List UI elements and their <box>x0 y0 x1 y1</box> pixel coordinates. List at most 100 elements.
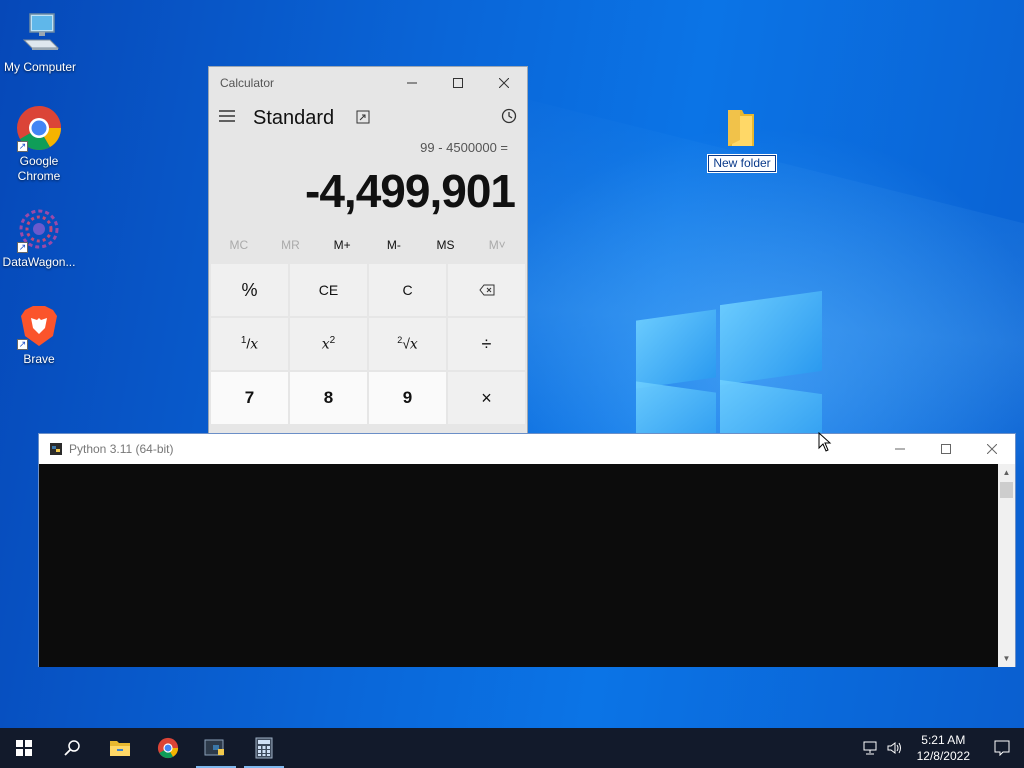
clock-date: 12/8/2022 <box>916 749 970 763</box>
reciprocal-numerator: 1 <box>240 335 247 347</box>
calculator-window: Calculator Standard 99 - 4500000 = -4,49… <box>208 66 528 446</box>
memory-clear-button: MC <box>229 238 249 252</box>
maximize-button[interactable] <box>923 434 969 464</box>
calculator-header: Standard <box>209 99 527 137</box>
calculator-icon <box>255 737 273 759</box>
maximize-button[interactable] <box>435 67 481 99</box>
square-exponent: 2 <box>329 335 336 347</box>
desktop-icon-label: Brave <box>23 352 55 366</box>
hamburger-menu-icon <box>219 110 235 122</box>
taskbar-calculator[interactable] <box>240 728 288 768</box>
scroll-up-icon[interactable]: ▲ <box>998 464 1015 481</box>
digit-7-button[interactable]: 7 <box>211 372 288 424</box>
digit-9-button[interactable]: 9 <box>369 372 446 424</box>
desktop-icon-brave[interactable]: ↗ Brave <box>0 302 79 367</box>
reciprocal-button[interactable]: 1/x <box>211 318 288 370</box>
desktop-icon-datawagon[interactable]: ↗ DataWagon... <box>0 205 79 270</box>
datawagon-icon: ↗ <box>15 205 63 253</box>
square-variable: x <box>321 336 330 353</box>
taskbar-file-explorer[interactable] <box>96 728 144 768</box>
taskbar-python[interactable] <box>192 728 240 768</box>
network-icon[interactable] <box>859 741 883 755</box>
memory-recall-button: MR <box>281 238 300 252</box>
desktop-icon-label: DataWagon... <box>2 255 76 269</box>
digit-8-button[interactable]: 8 <box>290 372 367 424</box>
close-button[interactable] <box>481 67 527 99</box>
chrome-icon: ↗ <box>15 104 63 152</box>
desktop-icon-my-computer[interactable]: My Computer <box>0 10 80 75</box>
multiply-button[interactable]: × <box>448 372 525 424</box>
history-button[interactable] <box>501 108 517 129</box>
scrollbar-thumb[interactable] <box>1000 482 1013 498</box>
calculator-mode-title: Standard <box>253 106 335 129</box>
memory-subtract-button[interactable]: M- <box>368 238 420 252</box>
calculator-keypad: % CE C 1/x x2 2√x ÷ 7 8 9 × <box>209 262 527 426</box>
shortcut-arrow-icon: ↗ <box>17 339 28 350</box>
taskbar-chrome[interactable] <box>144 728 192 768</box>
computer-icon <box>16 10 64 58</box>
mouse-cursor-icon <box>818 431 832 457</box>
history-icon <box>501 108 517 123</box>
memory-list-button: M˅ <box>488 238 506 252</box>
memory-add-button[interactable]: M+ <box>316 238 368 252</box>
backspace-icon <box>478 284 494 296</box>
sqrt-variable: x <box>409 336 418 353</box>
keep-on-top-icon <box>356 110 370 123</box>
backspace-button[interactable] <box>448 264 525 316</box>
taskbar-clock[interactable]: 5:21 AM 12/8/2022 <box>907 732 980 764</box>
python-console-window: Python 3.11 (64-bit) ▲ ▼ <box>38 433 1016 667</box>
keep-on-top-button[interactable] <box>356 110 370 127</box>
desktop-icon-label: My Computer <box>3 60 77 74</box>
console-output-area[interactable] <box>39 464 999 667</box>
reciprocal-variable: x <box>250 336 259 353</box>
menu-button[interactable] <box>219 109 235 127</box>
maximize-icon <box>941 444 951 454</box>
notification-icon <box>994 740 1010 756</box>
square-root-button[interactable]: 2√x <box>369 318 446 370</box>
clear-button[interactable]: C <box>369 264 446 316</box>
python-window-title: Python 3.11 (64-bit) <box>69 442 174 456</box>
vertical-scrollbar[interactable]: ▲ ▼ <box>998 464 1015 667</box>
minimize-icon <box>895 448 905 450</box>
close-icon <box>987 444 997 454</box>
shortcut-arrow-icon: ↗ <box>17 242 28 253</box>
minimize-icon <box>407 82 417 84</box>
shortcut-arrow-icon: ↗ <box>17 141 28 152</box>
folder-icon <box>722 106 762 150</box>
close-icon <box>499 78 509 88</box>
desktop-icon-google-chrome[interactable]: ↗ Google Chrome <box>0 104 79 184</box>
desktop-icon-new-folder[interactable]: New folder <box>702 106 782 173</box>
memory-store-button[interactable]: MS <box>420 238 472 252</box>
percent-button[interactable]: % <box>211 264 288 316</box>
search-button[interactable] <box>48 728 96 768</box>
chrome-icon <box>157 737 179 759</box>
windows-start-icon <box>16 740 32 756</box>
folder-rename-field[interactable]: New folder <box>707 154 777 173</box>
calculator-result: -4,499,901 <box>305 165 516 217</box>
python-icon <box>49 442 63 456</box>
minimize-button[interactable] <box>877 434 923 464</box>
search-icon <box>64 740 80 756</box>
start-button[interactable] <box>0 728 48 768</box>
desktop-icon-label: Google Chrome <box>17 154 61 183</box>
calculator-titlebar[interactable]: Calculator <box>209 67 527 99</box>
scroll-down-icon[interactable]: ▼ <box>998 650 1015 667</box>
system-tray: 5:21 AM 12/8/2022 <box>859 728 1024 768</box>
taskbar: 5:21 AM 12/8/2022 <box>0 728 1024 768</box>
brave-icon: ↗ <box>15 302 63 350</box>
calculator-expression: 99 - 4500000 = <box>420 140 508 155</box>
python-titlebar[interactable]: Python 3.11 (64-bit) <box>39 434 1015 464</box>
calculator-title: Calculator <box>220 76 275 90</box>
close-button[interactable] <box>969 434 1015 464</box>
file-explorer-icon <box>110 741 130 756</box>
memory-bar: MC MR M+ M- MS M˅ <box>209 228 527 262</box>
clear-entry-button[interactable]: CE <box>290 264 367 316</box>
action-center-button[interactable] <box>980 740 1024 756</box>
clock-time: 5:21 AM <box>921 733 966 747</box>
maximize-icon <box>453 78 463 88</box>
square-button[interactable]: x2 <box>290 318 367 370</box>
minimize-button[interactable] <box>389 67 435 99</box>
divide-button[interactable]: ÷ <box>448 318 525 370</box>
volume-icon[interactable] <box>883 741 907 755</box>
sqrt-index: 2 <box>397 335 403 346</box>
